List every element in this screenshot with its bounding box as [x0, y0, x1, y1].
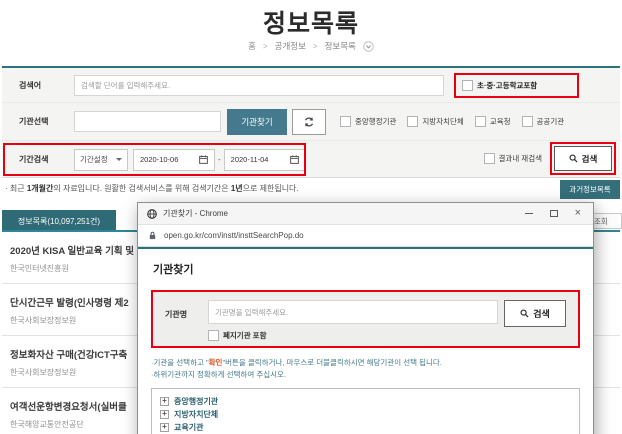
checkbox-box[interactable] [407, 116, 419, 127]
reset-button[interactable] [292, 108, 326, 135]
checkbox-box[interactable] [208, 330, 219, 341]
organization-type-checkboxes: 중앙행정기관 지방자치단체 교육청 공공기관 [340, 116, 564, 127]
popup-url: open.go.kr/com/instt/insttSearchPop.do [164, 231, 304, 240]
date-from-value: 2020-10-06 [140, 155, 179, 164]
popup-url-bar[interactable]: open.go.kr/com/instt/insttSearchPop.do [138, 225, 593, 247]
checkbox-central-admin[interactable]: 중앙행정기관 [340, 116, 396, 127]
breadcrumb-home[interactable]: 홈 [248, 40, 256, 52]
popup-window-title: 기관찾기 - Chrome [163, 209, 229, 218]
date-range-separator: - [218, 155, 221, 164]
checkbox-box[interactable] [340, 116, 351, 127]
search-form: 검색어 초·중·고등학교포함 기관선택 기관찾기 중앙행정기관 지방자치단체 교… [2, 66, 620, 178]
magnifier-icon [520, 309, 529, 318]
chevron-down-icon [116, 158, 122, 161]
checkbox-box[interactable] [474, 116, 486, 127]
checkbox-label: 지방자치단체 [422, 117, 464, 126]
tree-item-central-admin[interactable]: 중앙행정기관 [160, 395, 571, 408]
period-row: 기간검색 기간설정 2020-10-06 - 2020-11-04 결과내 재검… [2, 141, 620, 178]
tree-item-label: 교육기관 [174, 423, 204, 432]
popup-guide-text: ·기관을 선택하고 "확인"버튼을 클릭하거나, 마우스로 더블클릭하시면 해당… [151, 357, 580, 381]
popup-body: 기관찾기 기관명 폐지기관 포함 검색 ·기관을 선택하고 "확인"버튼을 클릭… [138, 249, 593, 434]
keyword-input[interactable] [74, 74, 444, 96]
date-from-input[interactable]: 2020-10-06 [133, 148, 215, 171]
chevron-down-circle-icon[interactable] [363, 40, 374, 52]
checkbox-box[interactable] [521, 116, 533, 127]
breadcrumb: 홈 > 공개정보 > 정보목록 [0, 40, 622, 52]
calendar-icon [199, 155, 208, 164]
period-preset-value: 기간설정 [80, 155, 108, 164]
checkbox-label: 폐지기관 포함 [223, 331, 267, 340]
breadcrumb-current[interactable]: 정보목록 [325, 40, 356, 52]
school-include-annotation: 초·중·고등학교포함 [454, 73, 579, 98]
find-organization-button[interactable]: 기관찾기 [227, 108, 287, 135]
maximize-button[interactable] [549, 210, 558, 217]
breadcrumb-separator: > [312, 41, 318, 51]
period-preset-select[interactable]: 기간설정 [74, 148, 128, 171]
popup-title-bar[interactable]: 기관찾기 - Chrome × [138, 203, 593, 225]
past-info-list-button[interactable]: 과거정보목록 [560, 180, 620, 199]
confirm-highlight: 확인 [208, 358, 223, 367]
guide-line-1: ·기관을 선택하고 "확인"버튼을 클릭하거나, 마우스로 더블클릭하시면 해당… [151, 358, 442, 367]
expand-icon[interactable] [160, 397, 169, 406]
tree-item-education-org[interactable]: 교육기관 [160, 421, 571, 434]
closed-org-checkbox[interactable]: 폐지기관 포함 [208, 330, 498, 341]
date-to-value: 2020-11-04 [230, 155, 269, 164]
expand-icon[interactable] [160, 410, 169, 419]
magnifier-icon [569, 154, 578, 163]
keyword-row: 검색어 초·중·고등학교포함 [2, 68, 620, 103]
org-name-input[interactable] [208, 300, 498, 324]
search-annotation: 검색 [550, 142, 616, 175]
checkbox-label: 중앙행정기관 [355, 117, 397, 126]
refresh-icon [304, 116, 314, 127]
breadcrumb-open-info[interactable]: 공개정보 [275, 40, 306, 52]
tree-item-label: 중앙행정기관 [174, 397, 219, 406]
school-include-checkbox[interactable] [462, 80, 473, 91]
tree-item-local-gov[interactable]: 지방자치단체 [160, 408, 571, 421]
organization-row: 기관선택 기관찾기 중앙행정기관 지방자치단체 교육청 공공기관 [2, 103, 620, 141]
checkbox-label: 결과내 재검색 [498, 154, 542, 163]
search-notice: · 최근 1개월간의 자료입니다. 원활한 검색서비스를 위해 검색기간은 1년… [5, 184, 299, 193]
period-label: 기간검색 [19, 155, 49, 164]
school-include-label: 초·중·고등학교포함 [477, 81, 538, 90]
org-tree-box: 중앙행정기관 지방자치단체 교육기관 공공기관 [151, 388, 580, 434]
popup-heading: 기관찾기 [153, 264, 194, 276]
popup-search-button[interactable]: 검색 [504, 300, 566, 327]
organization-label: 기관선택 [19, 117, 49, 126]
search-button[interactable]: 검색 [554, 146, 612, 171]
breadcrumb-separator: > [262, 41, 268, 51]
checkbox-label: 교육청 [489, 117, 511, 126]
tree-item-label: 지방자치단체 [174, 410, 219, 419]
institution-search-popup: 기관찾기 - Chrome × open.go.kr/com/instt/ins… [137, 202, 594, 434]
guide-line-2: ·하위기관까지 정확하게 선택하여 주십시오. [151, 370, 287, 379]
close-icon[interactable]: × [575, 208, 581, 219]
window-controls: × [524, 208, 584, 219]
checkbox-box[interactable] [483, 153, 495, 164]
lock-icon [149, 231, 156, 240]
org-name-search-panel: 기관명 폐지기관 포함 검색 [151, 290, 580, 348]
calendar-icon [289, 155, 299, 164]
popup-search-button-label: 검색 [533, 309, 550, 319]
keyword-label: 검색어 [19, 80, 42, 90]
checkbox-public-org[interactable]: 공공기관 [521, 116, 565, 127]
expand-icon[interactable] [160, 423, 169, 432]
search-button-label: 검색 [581, 153, 598, 164]
page-title: 정보목록 [262, 10, 359, 38]
org-name-label: 기관명 [165, 310, 188, 319]
tab-info-list[interactable]: 정보목록(10,097,251건) [2, 210, 116, 232]
screen: 정보목록 홈 > 공개정보 > 정보목록 검색어 초·중·고등학교포함 기관선택… [0, 0, 622, 434]
checkbox-local-gov[interactable]: 지방자치단체 [407, 116, 464, 127]
minimize-button[interactable] [524, 213, 533, 214]
checkbox-education-office[interactable]: 교육청 [474, 116, 511, 127]
globe-favicon [147, 208, 157, 219]
checkbox-label: 공공기관 [536, 117, 565, 126]
date-to-input[interactable]: 2020-11-04 [223, 148, 306, 171]
research-within-results-checkbox[interactable]: 결과내 재검색 [483, 153, 542, 164]
organization-input[interactable] [74, 111, 221, 132]
